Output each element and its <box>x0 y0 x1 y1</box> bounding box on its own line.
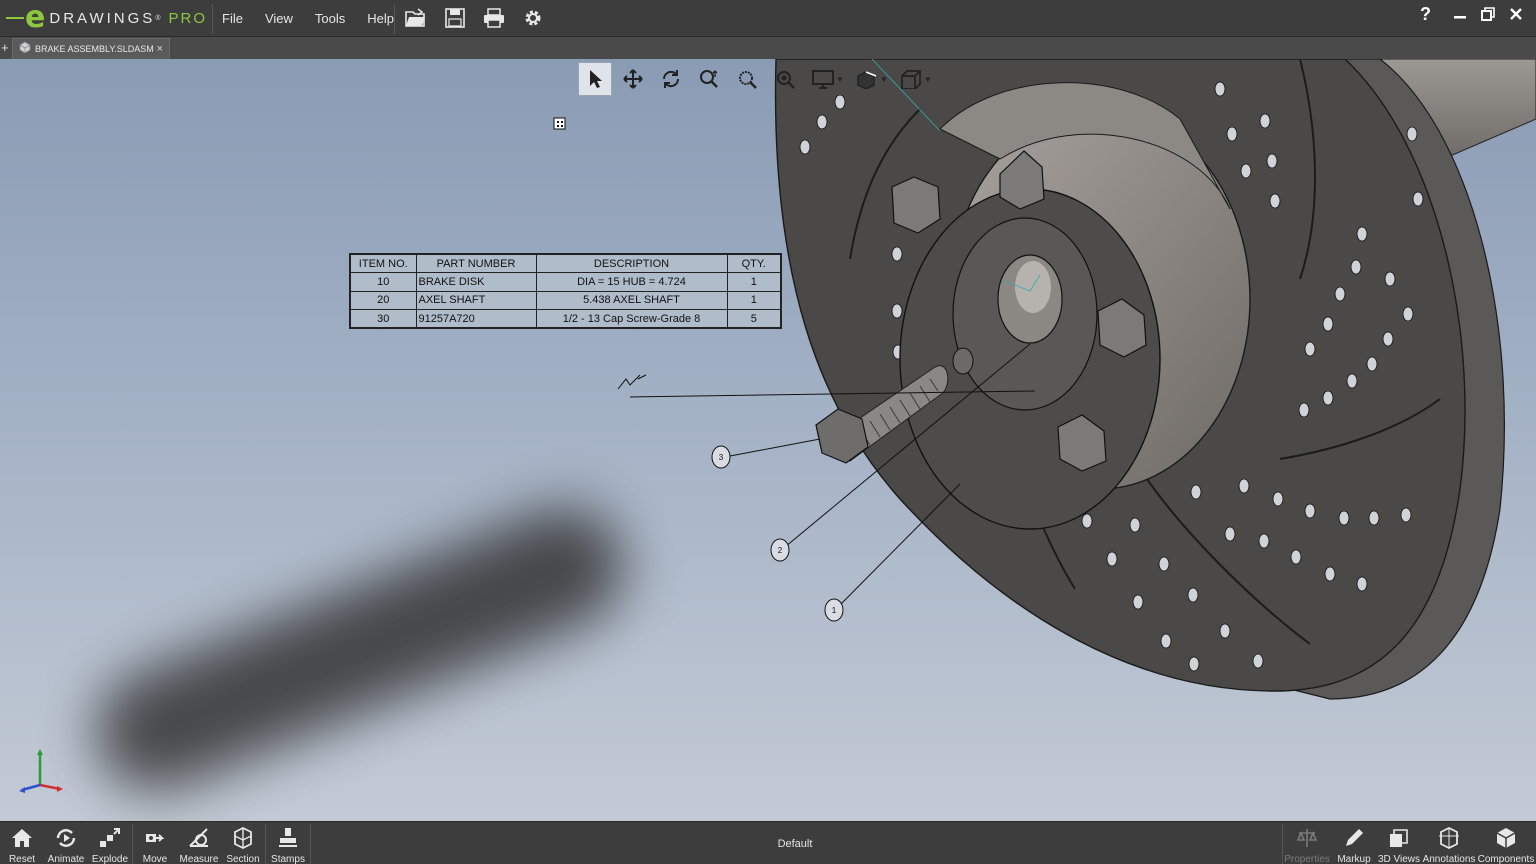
bom-header-row: ITEM NO. PART NUMBER DESCRIPTION QTY. <box>349 253 782 273</box>
shadows-icon[interactable] <box>850 62 884 96</box>
close-icon[interactable] <box>1502 7 1530 26</box>
move-handle-icon[interactable] <box>553 117 566 130</box>
save-icon[interactable] <box>443 6 467 30</box>
stamps-icon <box>279 828 297 847</box>
table-row[interactable]: 10 BRAKE DISK DIA = 15 HUB = 4.724 1 <box>349 272 782 292</box>
axis-triad-icon <box>19 749 63 793</box>
section-button[interactable]: Section <box>221 822 265 864</box>
display-style-dropdown-icon[interactable]: ▼ <box>836 75 844 84</box>
view-orientation-dropdown-icon[interactable]: ▼ <box>924 75 932 84</box>
bom-cell-item-no: 20 <box>349 290 417 310</box>
open-icon[interactable] <box>404 6 428 30</box>
bom-cell-part-number: 91257A720 <box>415 309 537 329</box>
bom-cell-item-no: 10 <box>349 272 417 292</box>
balloon-2[interactable]: 2 <box>778 546 783 555</box>
app-edition: PRO <box>168 9 207 27</box>
close-tab-button[interactable]: × <box>157 43 163 55</box>
bom-header-item-no: ITEM NO. <box>349 253 417 273</box>
menu-help[interactable]: Help <box>367 11 394 26</box>
restore-icon[interactable] <box>1474 6 1502 26</box>
bom-cell-item-no: 30 <box>349 309 417 329</box>
shadows-dropdown-icon[interactable]: ▼ <box>880 75 888 84</box>
zoom-icon[interactable] <box>692 62 726 96</box>
bottom-tools-left: Reset Animate Explode Move Measure Secti… <box>0 822 311 864</box>
stamps-button[interactable]: Stamps <box>266 822 310 864</box>
explode-icon <box>100 828 120 847</box>
balloon-3[interactable]: 3 <box>719 453 724 462</box>
bom-cell-qty: 1 <box>726 272 782 292</box>
graphics-viewport[interactable]: 3 2 1 ▼ ▼ ▼ ITEM NO. PART NUMBER DESCRIP… <box>0 59 1536 821</box>
rotate-icon[interactable] <box>654 62 688 96</box>
annotations-button[interactable]: Annotations <box>1421 822 1477 864</box>
zoom-to-fit-icon[interactable] <box>768 62 802 96</box>
measure-button[interactable]: Measure <box>177 822 221 864</box>
markup-icon <box>1346 829 1363 846</box>
bom-cell-qty: 1 <box>726 290 782 310</box>
app-logo: e DRAWINGS ® PRO <box>6 3 207 33</box>
menu-tools[interactable]: Tools <box>315 11 345 26</box>
document-tab-bar: + BRAKE ASSEMBLY.SLDASM × <box>0 37 1536 59</box>
properties-button[interactable]: Properties <box>1283 822 1331 864</box>
add-tab-button[interactable]: + <box>1 40 11 55</box>
bottom-toolbar: Reset Animate Explode Move Measure Secti… <box>0 821 1536 864</box>
main-toolbar <box>404 6 560 30</box>
animate-button[interactable]: Animate <box>44 822 88 864</box>
bill-of-materials-table[interactable]: ITEM NO. PART NUMBER DESCRIPTION QTY. 10… <box>349 253 782 329</box>
settings-icon[interactable] <box>521 6 545 30</box>
table-row[interactable]: 20 AXEL SHAFT 5.438 AXEL SHAFT 1 <box>349 290 782 310</box>
zoom-to-area-icon[interactable] <box>730 62 764 96</box>
measure-icon <box>189 828 208 847</box>
minimize-icon[interactable] <box>1446 7 1474 26</box>
bom-header-part-number: PART NUMBER <box>415 253 537 273</box>
home-icon <box>12 829 32 847</box>
title-bar: e DRAWINGS ® PRO File View Tools Help ? <box>0 0 1536 37</box>
properties-icon <box>1296 829 1318 847</box>
bottom-tools-right: Properties Markup 3D Views Annotations C… <box>1282 822 1535 864</box>
reset-button[interactable]: Reset <box>0 822 44 864</box>
view-toolbar: ▼ ▼ ▼ <box>578 62 938 96</box>
balloon-1[interactable]: 1 <box>832 606 837 615</box>
view-orientation-icon[interactable] <box>894 62 928 96</box>
annotations-icon <box>1439 826 1459 850</box>
animate-icon <box>56 829 76 847</box>
components-button[interactable]: Components <box>1477 822 1535 864</box>
help-button[interactable]: ? <box>1420 4 1431 25</box>
document-tab-label: BRAKE ASSEMBLY.SLDASM <box>35 44 154 54</box>
select-icon[interactable] <box>578 62 612 96</box>
menu-view[interactable]: View <box>265 11 293 26</box>
bom-header-description: DESCRIPTION <box>535 253 728 273</box>
pan-icon[interactable] <box>616 62 650 96</box>
bom-cell-qty: 5 <box>726 309 782 329</box>
move-icon <box>146 834 165 842</box>
bom-cell-part-number: AXEL SHAFT <box>415 290 537 310</box>
markup-button[interactable]: Markup <box>1331 822 1377 864</box>
explode-button[interactable]: Explode <box>88 822 132 864</box>
app-name: DRAWINGS <box>49 9 156 27</box>
window-controls <box>1446 0 1530 32</box>
section-icon <box>234 826 252 850</box>
table-row[interactable]: 30 91257A720 1/2 - 13 Cap Screw-Grade 8 … <box>349 309 782 329</box>
configuration-name[interactable]: Default <box>740 838 850 850</box>
assembly-icon <box>19 40 31 58</box>
menu-file[interactable]: File <box>222 11 243 26</box>
brake-assembly-model[interactable]: 3 2 1 <box>0 59 1536 821</box>
menu-bar: File View Tools Help <box>222 0 416 37</box>
3d-views-button[interactable]: 3D Views <box>1377 822 1421 864</box>
bom-cell-description: 5.438 AXEL SHAFT <box>535 290 728 310</box>
bom-cell-description: 1/2 - 13 Cap Screw-Grade 8 <box>535 309 728 329</box>
components-icon <box>1496 828 1516 848</box>
bom-header-qty: QTY. <box>726 253 782 273</box>
move-button[interactable]: Move <box>133 822 177 864</box>
bom-cell-description: DIA = 15 HUB = 4.724 <box>535 272 728 292</box>
display-style-icon[interactable] <box>806 62 840 96</box>
3d-views-icon <box>1390 829 1408 847</box>
bom-cell-part-number: BRAKE DISK <box>415 272 537 292</box>
document-tab[interactable]: BRAKE ASSEMBLY.SLDASM × <box>12 38 170 59</box>
print-icon[interactable] <box>482 6 506 30</box>
